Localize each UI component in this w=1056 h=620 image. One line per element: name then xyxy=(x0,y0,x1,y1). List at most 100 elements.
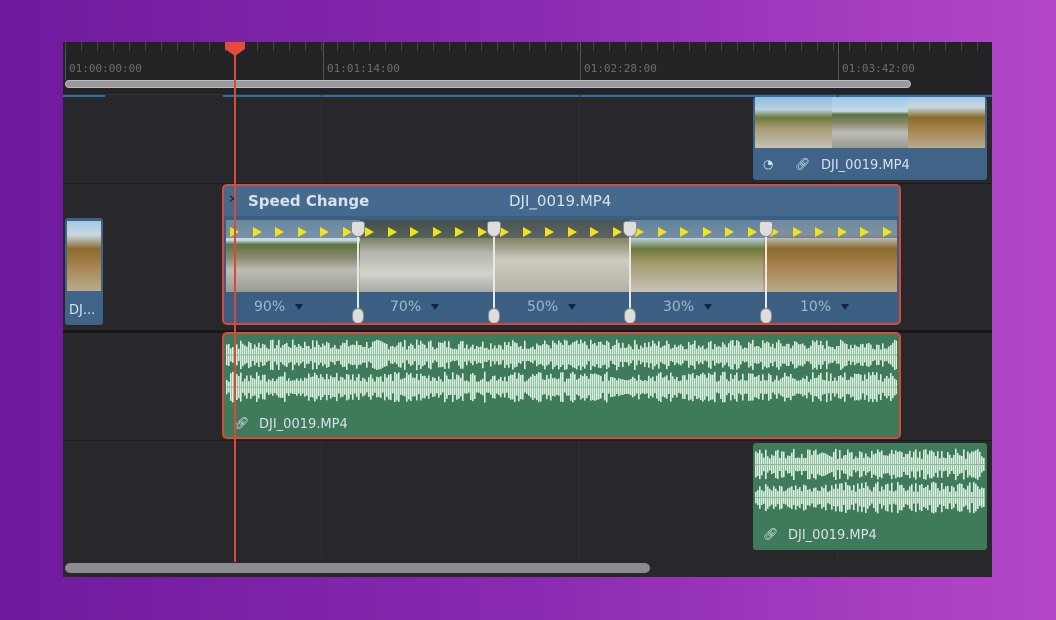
grid-line xyxy=(579,95,580,559)
speed-arrow-icon xyxy=(702,227,712,237)
speed-arrow-icon xyxy=(680,227,689,237)
speed-arrow-icon xyxy=(837,227,847,237)
speed-point-handle[interactable] xyxy=(351,221,365,323)
ruler-minor-tick xyxy=(561,42,562,51)
ruler-minor-tick xyxy=(593,42,594,51)
clip-name: DJI_0019.MP4 xyxy=(788,528,877,543)
timecode-label: 01:01:14:00 xyxy=(327,62,400,75)
ruler-minor-tick xyxy=(177,42,178,51)
speed-dropdown[interactable]: 10% xyxy=(800,299,849,315)
ruler-minor-tick xyxy=(401,42,402,51)
ruler-minor-tick xyxy=(769,42,770,51)
video-clip-v1-left[interactable]: DJ... xyxy=(65,218,103,325)
speed-arrow-icon xyxy=(815,227,824,237)
ruler-minor-tick xyxy=(113,42,114,51)
speed-dropdown[interactable]: 90% xyxy=(254,299,303,315)
clip-name: DJI_0019.MP4 xyxy=(821,158,910,173)
audio-clip-a1[interactable]: 🔗︎ DJI_0019.MP4 xyxy=(222,332,901,439)
ruler-minor-tick xyxy=(289,42,290,51)
ruler-minor-tick xyxy=(417,42,418,51)
ruler-minor-tick xyxy=(449,42,450,51)
audio-clip-a2[interactable]: 🔗︎ DJI_0019.MP4 xyxy=(753,443,987,550)
ruler-minor-tick xyxy=(753,42,754,51)
speed-arrow-icon xyxy=(860,227,869,237)
playhead-line[interactable] xyxy=(234,42,236,562)
ruler-minor-tick xyxy=(385,42,386,51)
speed-point-handle[interactable] xyxy=(759,221,773,323)
video-clip-v2[interactable]: ◔ 🔗︎ DJI_0019.MP4 xyxy=(753,97,987,180)
speed-arrow-icon xyxy=(455,227,464,237)
speed-arrows xyxy=(224,227,899,237)
ruler-minor-tick xyxy=(881,42,882,51)
ruler-minor-tick xyxy=(369,42,370,51)
horizontal-scrollbar[interactable] xyxy=(65,563,650,573)
speed-arrow-icon xyxy=(387,227,397,237)
speed-arrow-icon xyxy=(590,227,599,237)
ruler-minor-tick xyxy=(689,42,690,51)
ruler-minor-tick xyxy=(81,42,82,51)
speed-gauge-icon: ◔ xyxy=(763,157,774,171)
clip-name: DJ... xyxy=(69,303,96,318)
link-icon: 🔗︎ xyxy=(763,527,779,541)
track-divider xyxy=(63,330,992,333)
ruler-minor-tick xyxy=(641,42,642,51)
ruler-minor-tick xyxy=(337,42,338,51)
track-divider xyxy=(63,183,992,184)
ruler-minor-tick xyxy=(913,42,914,51)
ruler-tick xyxy=(580,42,581,80)
speed-change-clip[interactable]: ✕ Speed Change DJI_0019.MP4 90% 70% 50% … xyxy=(222,184,901,325)
timecode-label: 01:00:00:00 xyxy=(69,62,142,75)
ruler-minor-tick xyxy=(193,42,194,51)
clip-name: DJI_0019.MP4 xyxy=(259,417,348,432)
speed-arrow-icon xyxy=(545,227,554,237)
speed-arrow-icon xyxy=(792,227,802,237)
ruler-minor-tick xyxy=(721,42,722,51)
ruler-minor-tick xyxy=(897,42,898,51)
speed-point-handle[interactable] xyxy=(623,221,637,323)
zoom-range-bar[interactable] xyxy=(65,80,911,88)
speed-dropdown[interactable]: 70% xyxy=(390,299,439,315)
ruler-minor-tick xyxy=(433,42,434,51)
ruler-minor-tick xyxy=(321,42,322,51)
speed-point-handle[interactable] xyxy=(487,221,501,323)
clip-thumbnail xyxy=(755,97,832,148)
ruler-minor-tick xyxy=(673,42,674,51)
ruler-tick xyxy=(323,42,324,80)
speed-arrow-icon xyxy=(410,227,419,237)
clip-thumbnail xyxy=(908,97,986,148)
speed-arrow-icon xyxy=(522,227,532,237)
ruler-minor-tick xyxy=(209,42,210,51)
ruler-minor-tick xyxy=(865,42,866,51)
speed-dropdown[interactable]: 30% xyxy=(663,299,712,315)
ruler-minor-tick xyxy=(145,42,146,51)
speed-arrow-icon xyxy=(477,227,487,237)
ruler-minor-tick xyxy=(657,42,658,51)
ruler-minor-tick xyxy=(849,42,850,51)
ruler-minor-tick xyxy=(705,42,706,51)
ruler-minor-tick xyxy=(609,42,610,51)
clip-thumbnail xyxy=(67,221,101,291)
ruler-minor-tick xyxy=(577,42,578,51)
ruler-minor-tick xyxy=(353,42,354,51)
speed-dropdown[interactable]: 50% xyxy=(527,299,576,315)
ruler-minor-tick xyxy=(977,42,978,51)
speed-arrow-icon xyxy=(567,227,577,237)
speed-arrow-icon xyxy=(747,227,757,237)
ruler-minor-tick xyxy=(625,42,626,51)
grid-line xyxy=(321,95,322,559)
ruler-minor-tick xyxy=(817,42,818,51)
ruler-minor-tick xyxy=(65,42,66,51)
speed-arrow-icon xyxy=(500,227,509,237)
ruler-minor-tick xyxy=(497,42,498,51)
ruler-minor-tick xyxy=(833,42,834,51)
ruler-minor-tick xyxy=(257,42,258,51)
ruler-minor-tick xyxy=(529,42,530,51)
timecode-ruler[interactable]: 01:00:00:00 01:01:14:00 01:02:28:00 01:0… xyxy=(63,42,992,95)
audio-waveform xyxy=(755,448,985,514)
speed-arrow-icon xyxy=(275,227,284,237)
ruler-minor-tick xyxy=(737,42,738,51)
speed-arrow-icon xyxy=(320,227,329,237)
speed-arrow-icon xyxy=(725,227,734,237)
ruler-minor-tick xyxy=(961,42,962,51)
ruler-minor-tick xyxy=(465,42,466,51)
